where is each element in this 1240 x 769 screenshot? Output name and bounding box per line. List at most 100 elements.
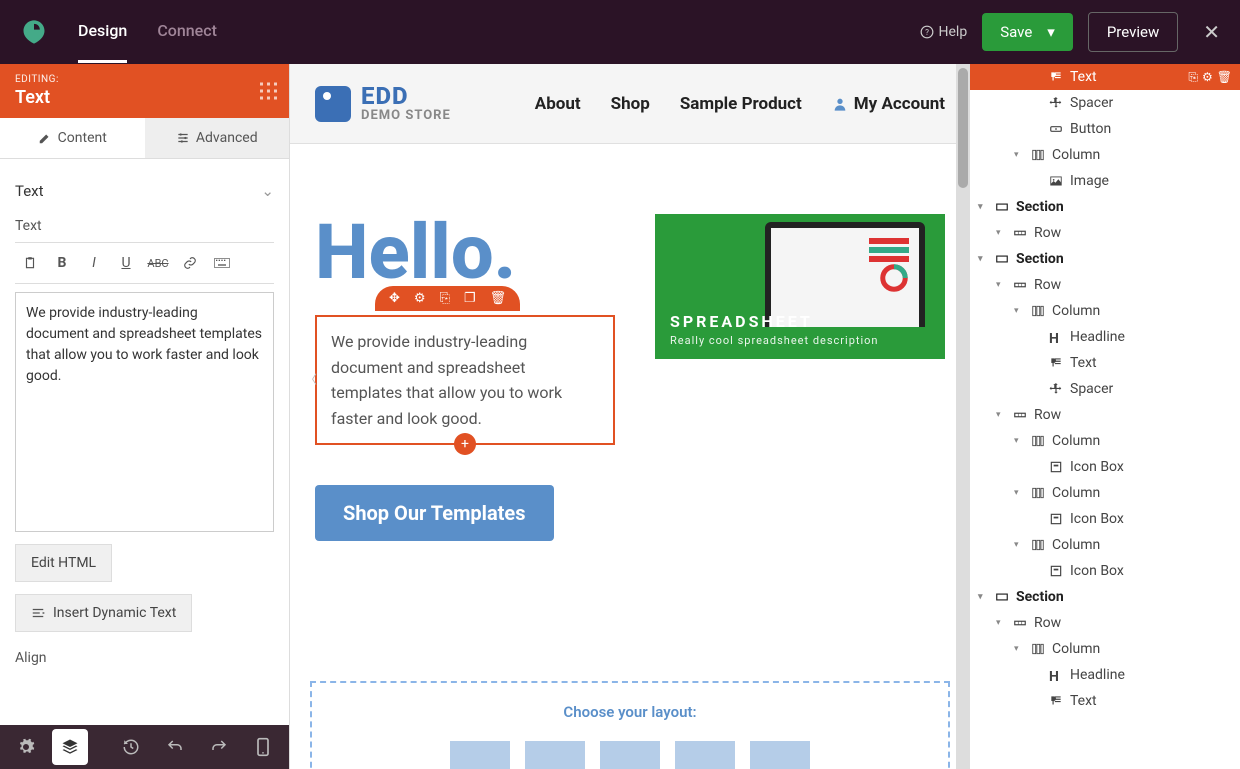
tree-arrow-icon[interactable]: ▾	[978, 254, 988, 264]
tree-item-spacer[interactable]: Spacer	[970, 90, 1240, 116]
iconbox-icon	[1048, 459, 1064, 475]
keyboard-button[interactable]	[207, 249, 237, 277]
layout-option-1[interactable]	[450, 741, 510, 769]
scrollbar-thumb[interactable]	[958, 68, 968, 188]
nav-about[interactable]: About	[535, 94, 581, 114]
preview-button[interactable]: Preview	[1088, 12, 1178, 52]
tree-item-section[interactable]: ▾Section	[970, 584, 1240, 610]
layout-chooser[interactable]: Choose your layout:	[310, 681, 950, 769]
tree-item-headline[interactable]: HHeadline	[970, 662, 1240, 688]
tree-item-column[interactable]: ▾Column	[970, 532, 1240, 558]
layout-option-2[interactable]	[525, 741, 585, 769]
tab-content[interactable]: Content	[0, 118, 145, 158]
tree-item-icon-box[interactable]: Icon Box	[970, 506, 1240, 532]
selected-text-element[interactable]: 〈 We provide industry-leading document a…	[315, 315, 615, 445]
layout-option-4[interactable]	[675, 741, 735, 769]
canvas-scrollbar[interactable]	[956, 64, 970, 769]
layout-option-3[interactable]	[600, 741, 660, 769]
tree-item-icon-box[interactable]: Icon Box	[970, 454, 1240, 480]
settings-element-icon[interactable]: ⚙	[414, 291, 426, 306]
duplicate-element-icon[interactable]: ⎘	[440, 291, 450, 306]
store-logo[interactable]: EDD DEMO STORE	[315, 84, 451, 123]
nav-sample-product[interactable]: Sample Product	[680, 94, 802, 114]
tree-item-text[interactable]: Text	[970, 688, 1240, 714]
tree-copy-icon[interactable]: ⎘	[1188, 70, 1198, 85]
tree-settings-icon[interactable]: ⚙	[1202, 70, 1213, 85]
delete-element-icon[interactable]: 🗑	[490, 291, 507, 306]
tree-label: Spacer	[1070, 95, 1113, 111]
tree-item-row[interactable]: ▾Row	[970, 220, 1240, 246]
nav-tab-design[interactable]: Design	[78, 1, 127, 63]
insert-dynamic-text-button[interactable]: Insert Dynamic Text	[15, 594, 192, 632]
promo-card[interactable]: SPREADSHEET Really cool spreadsheet desc…	[655, 214, 945, 359]
tree-item-icon-box[interactable]: Icon Box	[970, 558, 1240, 584]
tree-label: Headline	[1070, 329, 1125, 345]
tree-item-row[interactable]: ▾Row	[970, 610, 1240, 636]
canvas[interactable]: EDD DEMO STORE About Shop Sample Product…	[290, 64, 970, 769]
tree-item-text[interactable]: Text⎘⚙🗑	[970, 64, 1240, 90]
tree-item-spacer[interactable]: Spacer	[970, 376, 1240, 402]
tree-arrow-icon[interactable]: ▾	[1014, 644, 1024, 654]
paste-button[interactable]	[15, 249, 45, 277]
tree-item-image[interactable]: Image	[970, 168, 1240, 194]
close-editor-icon[interactable]: ✕	[1203, 20, 1220, 44]
tree-arrow-icon[interactable]: ▾	[1014, 488, 1024, 498]
move-element-icon[interactable]: ✥	[389, 291, 400, 306]
save-button[interactable]: Save ▾	[982, 13, 1073, 51]
nav-tab-connect[interactable]: Connect	[157, 1, 217, 63]
tree-arrow-icon[interactable]: ▾	[1014, 306, 1024, 316]
text-content-editor[interactable]: We provide industry-leading document and…	[15, 292, 274, 532]
collapse-arrow-icon[interactable]: 〈	[305, 371, 317, 390]
tree-arrow-icon[interactable]: ▾	[996, 228, 1006, 238]
edit-html-button[interactable]: Edit HTML	[15, 544, 112, 582]
tree-item-row[interactable]: ▾Row	[970, 272, 1240, 298]
tree-arrow-icon[interactable]: ▾	[1014, 436, 1024, 446]
tree-item-headline[interactable]: HHeadline	[970, 324, 1240, 350]
tree-item-section[interactable]: ▾Section	[970, 194, 1240, 220]
inspector-body: Text ⌄ Text B I U ABC We provide industr…	[0, 159, 289, 769]
tree-item-column[interactable]: ▾Column	[970, 142, 1240, 168]
add-element-button[interactable]: +	[454, 433, 476, 455]
underline-button[interactable]: U	[111, 249, 141, 277]
layers-button[interactable]	[52, 729, 88, 765]
layout-option-5[interactable]	[750, 741, 810, 769]
tree-arrow-icon[interactable]: ▾	[996, 410, 1006, 420]
italic-button[interactable]: I	[79, 249, 109, 277]
tree-arrow-icon[interactable]: ▾	[1014, 540, 1024, 550]
tab-advanced[interactable]: Advanced	[145, 118, 290, 158]
tree-item-row[interactable]: ▾Row	[970, 402, 1240, 428]
nav-my-account[interactable]: My Account	[832, 94, 945, 114]
tree-item-button[interactable]: Button	[970, 116, 1240, 142]
bold-button[interactable]: B	[47, 249, 77, 277]
tree-item-text[interactable]: Text	[970, 350, 1240, 376]
tree-delete-icon[interactable]: 🗑	[1217, 70, 1232, 85]
tree-item-column[interactable]: ▾Column	[970, 428, 1240, 454]
tree-item-section[interactable]: ▾Section	[970, 246, 1240, 272]
strikethrough-button[interactable]: ABC	[143, 249, 173, 277]
tree-arrow-icon[interactable]: ▾	[1014, 150, 1024, 160]
image-icon	[1048, 173, 1064, 189]
tree-item-column[interactable]: ▾Column	[970, 480, 1240, 506]
settings-button[interactable]	[8, 729, 44, 765]
redo-button[interactable]	[201, 729, 237, 765]
tree-label: Spacer	[1070, 381, 1113, 397]
redo-icon	[210, 738, 228, 756]
cta-button[interactable]: Shop Our Templates	[315, 485, 554, 541]
help-link[interactable]: ? Help	[920, 24, 968, 40]
undo-button[interactable]	[157, 729, 193, 765]
copy-element-icon[interactable]: ❐	[464, 291, 476, 306]
mobile-preview-button[interactable]	[245, 729, 281, 765]
hero-headline[interactable]: Hello.	[315, 214, 625, 290]
tree-item-column[interactable]: ▾Column	[970, 298, 1240, 324]
tree-arrow-icon[interactable]: ▾	[978, 202, 988, 212]
tree-arrow-icon[interactable]: ▾	[978, 592, 988, 602]
history-button[interactable]	[113, 729, 149, 765]
drag-handle-icon[interactable]	[260, 83, 277, 100]
tree-item-column[interactable]: ▾Column	[970, 636, 1240, 662]
editing-title: Text	[15, 87, 274, 108]
text-section-header[interactable]: Text ⌄	[15, 174, 274, 208]
tree-arrow-icon[interactable]: ▾	[996, 280, 1006, 290]
nav-shop[interactable]: Shop	[611, 94, 650, 114]
link-button[interactable]	[175, 249, 205, 277]
tree-arrow-icon[interactable]: ▾	[996, 618, 1006, 628]
